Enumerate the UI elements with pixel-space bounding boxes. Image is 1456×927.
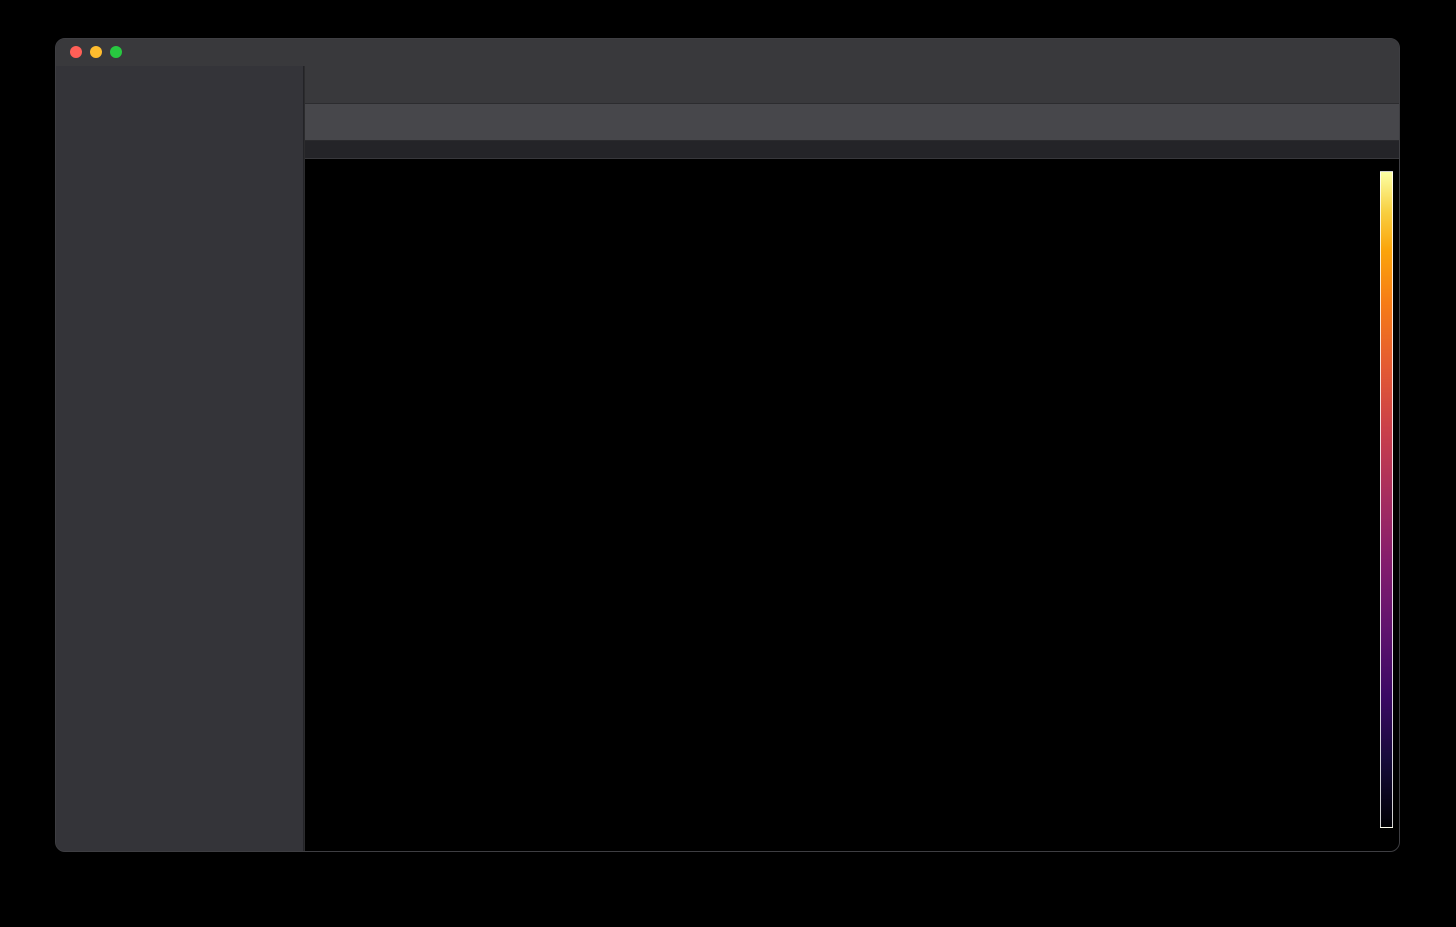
info-button[interactable] — [1357, 72, 1381, 98]
view-title-group — [305, 104, 1399, 140]
close-button[interactable] — [70, 46, 82, 58]
traffic-lights — [70, 46, 122, 58]
sidebar — [56, 66, 304, 851]
view-toolbar-right — [1325, 109, 1389, 135]
plot-settings-button[interactable] — [1365, 109, 1389, 135]
window-title — [304, 39, 1399, 66]
app-window — [55, 38, 1400, 852]
content-pane — [305, 66, 1399, 851]
play-button[interactable] — [407, 72, 431, 98]
settings-button[interactable] — [1309, 72, 1333, 98]
sidebar-toggle-button[interactable] — [318, 72, 342, 98]
share-button[interactable] — [1261, 72, 1285, 98]
zoom-button[interactable] — [110, 46, 122, 58]
view-toolbar — [305, 104, 1399, 141]
colorbar — [1380, 171, 1393, 828]
signal-route-button[interactable] — [318, 109, 342, 135]
toolbar — [305, 66, 1399, 104]
toolbar-right-group — [1261, 72, 1386, 98]
titlebar — [56, 39, 1399, 66]
display-options-button[interactable] — [1325, 109, 1349, 135]
minimize-button[interactable] — [90, 46, 102, 58]
spectrogram-plot[interactable] — [372, 173, 1307, 817]
microphone-icon[interactable] — [359, 72, 383, 98]
cursor-readout-bar — [305, 141, 1399, 159]
plot-area — [305, 159, 1399, 851]
